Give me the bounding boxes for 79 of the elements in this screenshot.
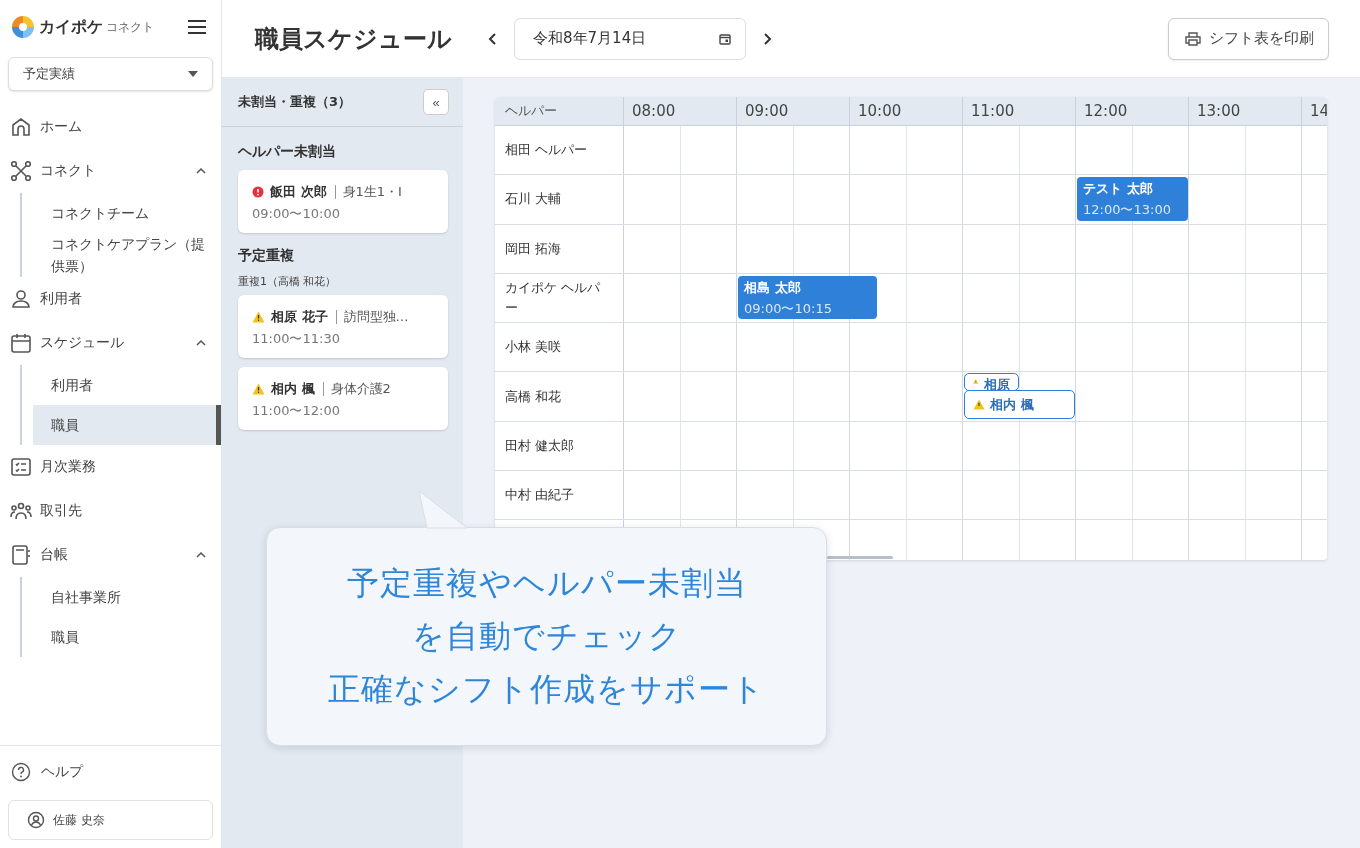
nav-item[interactable]: 取引先 [0, 489, 221, 533]
notebook-icon [10, 544, 32, 566]
visit-time: 09:00〜10:00 [252, 205, 341, 223]
hour-header: 10:00 [850, 97, 963, 125]
callout-text: 正確なシフト作成をサポート [328, 669, 765, 710]
helper-name: 中村 由紀子 [495, 471, 624, 520]
scrollbar[interactable] [827, 556, 893, 559]
date-field[interactable]: 令和8年7月14日 [514, 17, 746, 60]
warning-icon [252, 383, 265, 395]
issue-card[interactable]: 相原 花子 訪問型独… 11:00〜11:30 [238, 295, 448, 358]
helper-name: 田村 健太郎 [495, 421, 624, 471]
menu-icon[interactable] [187, 19, 207, 35]
column-header: ヘルパー [495, 97, 624, 125]
caret-icon [188, 71, 198, 77]
visit-event[interactable]: 相島 太郎 09:00〜10:15 [738, 275, 878, 320]
warning-icon [252, 311, 265, 323]
helper-name: 小林 美咲 [495, 323, 624, 372]
callout-text: を自動でチェック [411, 616, 682, 657]
error-icon [252, 186, 264, 198]
checklist-icon [10, 456, 32, 478]
group-label: 重複1（高橋 和花） [238, 274, 338, 289]
section-heading: ヘルパー未割当 [238, 143, 337, 161]
nav-item[interactable]: 利用者 [0, 277, 221, 321]
issue-card[interactable]: 相内 楓 身体介護2 11:00〜12:00 [238, 367, 448, 430]
nav-item[interactable]: 台帳 [0, 533, 221, 577]
visit-event[interactable]: テスト 太郎 12:00〜13:00 [1077, 177, 1188, 221]
user-button[interactable]: 佐藤 史奈 [8, 800, 213, 840]
person-icon [10, 288, 32, 310]
home-icon [10, 116, 32, 138]
issue-card[interactable]: 飯田 次郎 身1生1・Ⅰ 09:00〜10:00 [238, 170, 448, 233]
visit-event[interactable]: 相内 楓 [964, 390, 1075, 420]
hour-header: 13:00 [1189, 97, 1302, 125]
print-button[interactable]: シフト表を印刷 [1168, 17, 1329, 60]
nav-item[interactable]: コネクト [0, 149, 221, 193]
service-name: 身体介護2 [322, 382, 391, 396]
helper-name: 石川 大輔 [495, 175, 624, 224]
service-name: 身1生1・Ⅰ [334, 185, 402, 199]
helper-name: 岡田 拓海 [495, 224, 624, 273]
visit-time: 11:00〜12:00 [252, 402, 341, 420]
visit-event[interactable]: 相原 [964, 373, 1019, 392]
hour-header: 09:00 [737, 97, 850, 125]
panel-title: 未割当・重複（3） [238, 93, 352, 111]
nav-item[interactable]: 月次業務 [0, 445, 221, 489]
nav-subitem[interactable]: 自社事業所 [33, 577, 221, 617]
logo-icon [10, 14, 36, 40]
nav-subitem[interactable]: コネクトケアプラン（提供票） [33, 233, 221, 277]
network-icon [10, 160, 32, 182]
visit-time: 11:00〜11:30 [252, 330, 341, 348]
nav-subitem[interactable]: 職員 [33, 405, 221, 445]
nav-subitem[interactable]: 職員 [33, 617, 221, 657]
page-title: 職員スケジュール [255, 23, 452, 55]
helper-name: カイポケ ヘルパー [495, 273, 624, 323]
nav-subitem[interactable]: 利用者 [33, 365, 221, 405]
mode-select[interactable]: 予定実績 [8, 57, 213, 91]
nav-subitem[interactable]: コネクトチーム [33, 193, 221, 233]
nav-item[interactable]: スケジュール [0, 321, 221, 365]
client-name: 飯田 次郎 [270, 183, 327, 201]
people-icon [10, 500, 32, 522]
hour-header: 11:00 [963, 97, 1076, 125]
hour-header: 08:00 [624, 97, 737, 125]
callout-text: 予定重複やヘルパー未割当 [346, 563, 747, 604]
client-name: 相原 花子 [271, 308, 328, 326]
section-heading: 予定重複 [238, 247, 295, 265]
logo-brand: カイポケ [39, 16, 103, 38]
nav-item[interactable]: ホーム [0, 105, 221, 149]
helper-name: 高橋 和花 [495, 372, 624, 421]
collapse-button[interactable]: « [423, 89, 449, 115]
hour-header: 12:00 [1076, 97, 1189, 125]
printer-icon [1185, 31, 1201, 46]
calendar-icon [719, 32, 731, 45]
service-name: 訪問型独… [335, 310, 409, 324]
warning-icon [973, 399, 985, 411]
client-name: 相内 楓 [271, 380, 315, 398]
calendar-icon [10, 332, 32, 354]
help-link[interactable]: ヘルプ [8, 756, 213, 788]
user-icon [27, 811, 45, 829]
helper-name: 相田 ヘルパー [495, 126, 624, 175]
help-icon [11, 762, 31, 782]
logo-product: コネクト [106, 18, 154, 36]
